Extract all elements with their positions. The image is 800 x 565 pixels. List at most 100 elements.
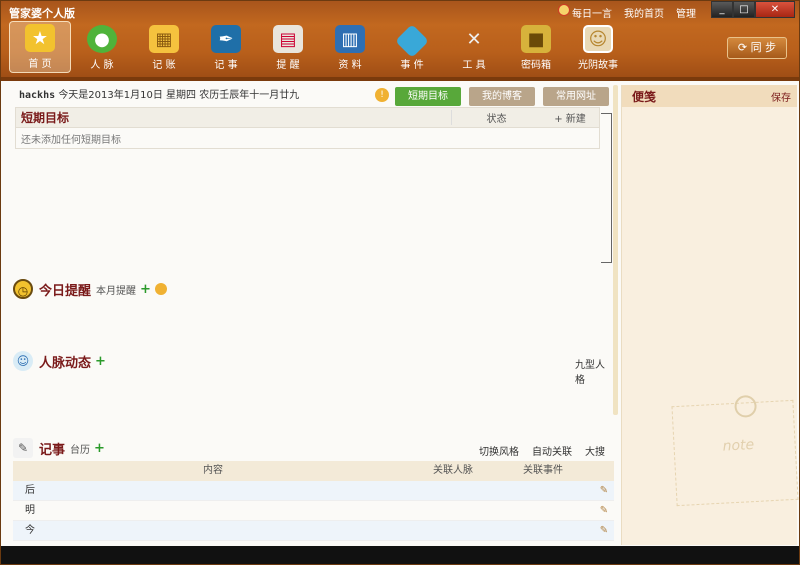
goals-empty-text: 还未添加任何短期目标 — [21, 135, 121, 146]
tab-bookmarks[interactable]: 常用网址 — [543, 87, 609, 106]
table-row[interactable]: 后 ✎ — [13, 481, 614, 501]
table-row[interactable]: 今 ✎ — [13, 521, 614, 541]
person-icon: ● — [87, 25, 117, 53]
tool-accounts[interactable]: ▦ 记 账 — [133, 21, 195, 73]
enneagram-link[interactable]: 九型人格 — [575, 356, 614, 386]
notes-table-header: 内容 关联人脉 关联事件 — [13, 461, 614, 481]
manage-link[interactable]: 管理 — [676, 5, 696, 20]
tool-label: 记 事 — [214, 60, 238, 71]
goals-scrollbar[interactable] — [601, 113, 612, 263]
close-button[interactable]: ✕ — [755, 1, 795, 18]
tool-story[interactable]: ☺ 光阴故事 — [567, 21, 629, 73]
add-remind-icon[interactable]: + — [140, 282, 151, 297]
tool-label: 首 页 — [28, 59, 52, 70]
auto-link-link[interactable]: 自动关联 — [532, 443, 572, 458]
row-content: 今 — [25, 525, 35, 536]
notes-title: 记事 — [39, 442, 66, 458]
today-remind-section: ◷ 今日提醒 本月提醒 + — [13, 279, 167, 299]
table-row[interactable]: 明 ✎ — [13, 501, 614, 521]
edit-icon[interactable]: ✎ — [594, 521, 614, 540]
col-events: 关联事件 — [523, 465, 563, 476]
username: hackhs — [19, 90, 56, 101]
tool-label: 密码箱 — [521, 60, 551, 71]
memo-title: 便笺 — [632, 89, 657, 104]
photo-icon: ☺ — [583, 25, 613, 53]
tool-label: 事 件 — [400, 60, 424, 71]
add-note-icon[interactable]: + — [94, 441, 105, 456]
memo-save-button[interactable]: 保存 — [771, 89, 791, 104]
goals-status-header: 状态 — [451, 110, 541, 125]
tool-remind[interactable]: ▤ 提 醒 — [257, 21, 319, 73]
tool-label: 工 具 — [462, 60, 486, 71]
tool-label: 记 账 — [152, 60, 176, 71]
switch-style-link[interactable]: 切换风格 — [479, 443, 519, 458]
star-icon: ★ — [25, 24, 55, 52]
alarm-clock-icon: ◷ — [13, 279, 33, 299]
tool-vault[interactable]: ■ 密码箱 — [505, 21, 567, 73]
edit-icon[interactable]: ✎ — [594, 481, 614, 500]
pushpin-icon — [734, 394, 758, 418]
sync-label: 同 步 — [750, 41, 777, 54]
bulb-icon[interactable] — [154, 283, 167, 295]
tool-home[interactable]: ★ 首 页 — [9, 21, 71, 73]
minimize-button[interactable]: _ — [711, 1, 733, 18]
status-bar — [1, 546, 799, 564]
note-watermark: note — [671, 394, 799, 507]
goals-header: 短期目标 状态 + 新建 — [16, 108, 599, 128]
tool-label: 人 脉 — [90, 60, 114, 71]
people-icon: ☺ — [13, 351, 33, 371]
row-content: 后 — [25, 485, 35, 496]
maximize-button[interactable]: □ — [733, 1, 755, 18]
contacts-news-title: 人脉动态 — [39, 355, 92, 371]
main-scrollbar[interactable] — [613, 85, 618, 415]
notepad-icon: ✎ — [13, 438, 33, 458]
date-text: 今天是2013年1月10日 星期四 农历壬辰年十一月廿九 — [58, 90, 300, 101]
tool-label: 资 料 — [338, 60, 362, 71]
my-home-link[interactable]: 我的首页 — [624, 5, 664, 20]
memo-header: 便笺 保存 — [622, 85, 797, 107]
notes-section: ✎ 记事 台历 + — [13, 438, 105, 458]
tool-label: 提 醒 — [276, 60, 300, 71]
tab-bar: 短期目标 我的博客 常用网址 — [395, 87, 609, 106]
daily-quote-link[interactable]: 每日一言 — [572, 5, 612, 20]
top-menu: 每日一言 我的首页 管理 — [572, 5, 696, 20]
note-watermark-label: note — [722, 436, 755, 455]
notes-table: 内容 关联人脉 关联事件 后 ✎ 明 ✎ 今 ✎ — [13, 461, 614, 541]
edit-icon[interactable]: ✎ — [594, 501, 614, 520]
tool-contacts[interactable]: ● 人 脉 — [71, 21, 133, 73]
lock-icon: ■ — [521, 25, 551, 53]
sync-button[interactable]: ⟳ 同 步 — [727, 37, 787, 59]
desk-calendar-link[interactable]: 台历 — [70, 441, 90, 456]
refresh-icon: ⟳ — [737, 41, 751, 54]
tool-tools[interactable]: ✕ 工 具 — [443, 21, 505, 73]
calendar-icon: ▤ — [273, 25, 303, 53]
tool-data[interactable]: ▥ 资 料 — [319, 21, 381, 73]
wrench-icon: ✕ — [466, 28, 482, 50]
col-contacts: 关联人脉 — [433, 465, 473, 476]
tab-my-blog[interactable]: 我的博客 — [469, 87, 535, 106]
notification-icon[interactable] — [558, 4, 570, 16]
window-controls: _ □ ✕ — [711, 1, 795, 18]
col-content: 内容 — [203, 465, 223, 476]
tab-short-goals[interactable]: 短期目标 — [395, 87, 461, 106]
tool-event[interactable]: 事 件 — [381, 21, 443, 73]
ink-icon: ✒ — [211, 25, 241, 53]
tool-label: 光阴故事 — [578, 60, 618, 71]
app-title: 管家婆个人版 — [9, 7, 75, 20]
book-icon: ▥ — [335, 25, 365, 53]
bulb-icon[interactable]: ! — [375, 88, 389, 102]
contacts-news-section: ☺ 人脉动态 + — [13, 351, 106, 371]
memo-sidebar: 便笺 保存 note — [621, 85, 799, 545]
today-remind-title: 今日提醒 — [39, 283, 92, 299]
tool-notes[interactable]: ✒ 记 事 — [195, 21, 257, 73]
goals-title: 短期目标 — [21, 111, 70, 125]
month-remind-link[interactable]: 本月提醒 — [96, 282, 136, 297]
new-goal-button[interactable]: + 新建 — [541, 110, 599, 125]
ledger-icon: ▦ — [149, 25, 179, 53]
header-bar: 管家婆个人版 每日一言 我的首页 管理 _ □ ✕ ★ 首 页 ● 人 脉 ▦ … — [1, 1, 799, 81]
diamond-icon — [395, 24, 429, 58]
row-content: 明 — [25, 505, 35, 516]
add-contact-icon[interactable]: + — [95, 354, 106, 369]
main-toolbar: ★ 首 页 ● 人 脉 ▦ 记 账 ✒ 记 事 ▤ 提 醒 ▥ 资 料 事 件 … — [9, 21, 629, 73]
app-window: 管家婆个人版 每日一言 我的首页 管理 _ □ ✕ ★ 首 页 ● 人 脉 ▦ … — [0, 0, 800, 565]
